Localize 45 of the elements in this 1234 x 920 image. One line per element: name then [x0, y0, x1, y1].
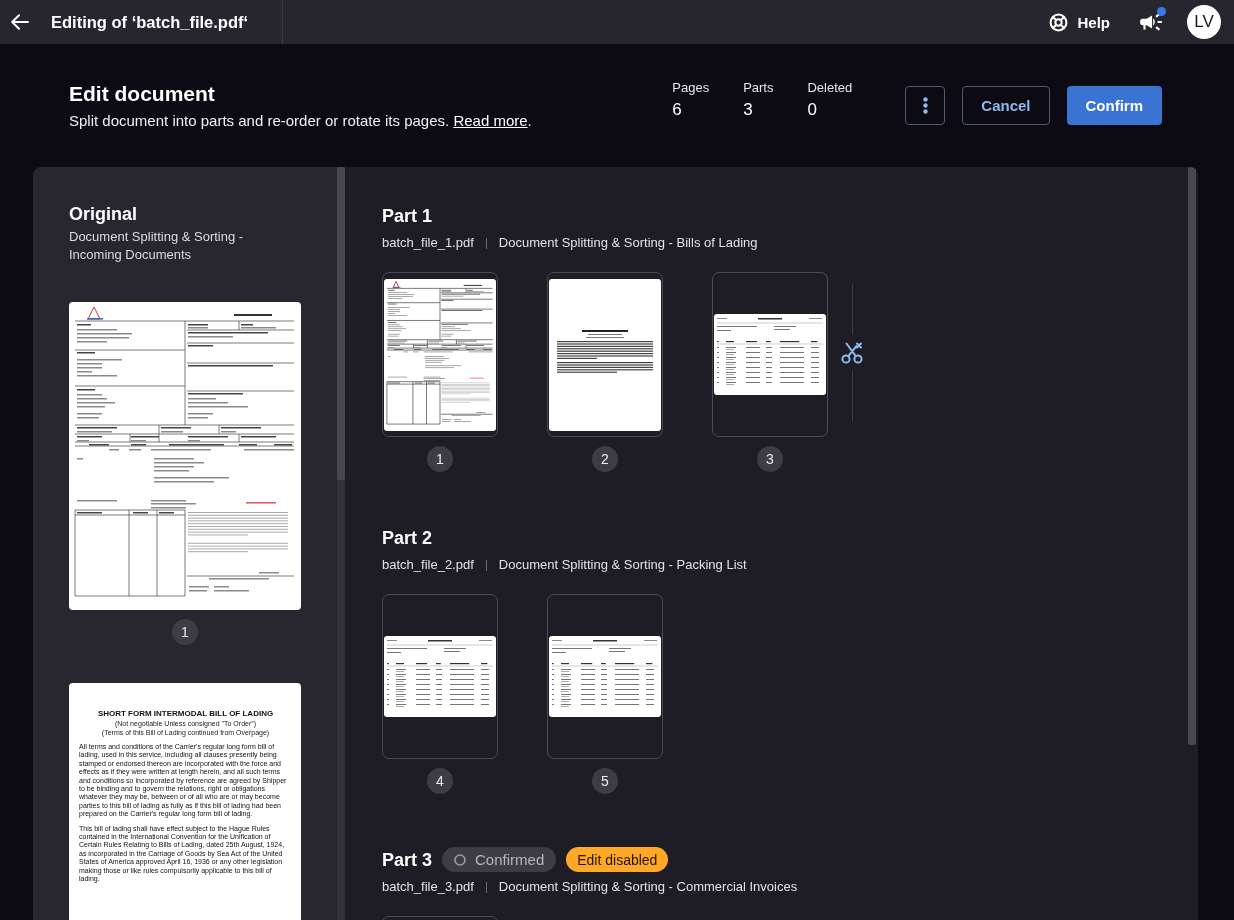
category-name: Document Splitting & Sorting - Commercial Invoices — [498, 878, 798, 896]
user-avatar[interactable]: LV — [1187, 5, 1221, 39]
page-thumbnail[interactable] — [547, 594, 663, 759]
read-more-link[interactable]: Read more — [453, 111, 528, 129]
window-title: Editing of ‘batch_file.pdf‘ — [51, 12, 249, 32]
part-title: Part 1 — [382, 204, 433, 228]
scissors-icon[interactable] — [841, 341, 863, 364]
file-name: batch_file_2.pdf — [382, 556, 474, 574]
stat-value: 3 — [743, 99, 754, 121]
stat-label: Parts — [743, 80, 774, 96]
more-icon — [922, 97, 928, 114]
page-number: 2 — [592, 446, 618, 472]
back-arrow-icon — [11, 14, 29, 30]
scrollbar-thumb[interactable] — [337, 167, 345, 480]
page-number: 1 — [427, 446, 453, 472]
page-title: Edit document — [69, 80, 216, 107]
page-thumbnail[interactable] — [712, 272, 828, 437]
warning-chip: Edit disabled — [566, 847, 669, 872]
stat-label: Deleted — [807, 80, 853, 96]
category-name: Document Splitting & Sorting - Packing List — [498, 556, 747, 574]
cancel-button[interactable]: Cancel — [962, 86, 1050, 125]
page-number: 4 — [427, 768, 453, 794]
page-number: 3 — [757, 446, 783, 472]
circle-icon — [454, 853, 467, 866]
part-title: Part 2 — [382, 526, 433, 550]
page-number: 5 — [592, 768, 618, 794]
status-text: Confirmed — [475, 851, 545, 868]
part-title: Part 3 — [382, 848, 433, 872]
scrollbar-thumb[interactable] — [1188, 167, 1196, 745]
stat-label: Pages — [672, 80, 710, 96]
panel-title: Original — [69, 203, 138, 225]
stat-value: 0 — [807, 99, 818, 121]
page-thumbnail[interactable] — [382, 594, 498, 759]
confirm-button[interactable]: Confirm — [1066, 86, 1162, 125]
category-name: Document Splitting & Sorting - Bills of Lading — [498, 234, 758, 252]
stat-value: 6 — [672, 99, 683, 121]
file-name: batch_file_3.pdf — [382, 878, 474, 896]
page-heading: SHORT FORM INTERMODAL BILL OF LADING — [96, 709, 275, 719]
lifebuoy-icon — [1049, 12, 1069, 32]
more-button[interactable] — [905, 86, 946, 125]
page-description: Split document into parts and re-order or rotate its pages. Read more. — [69, 110, 533, 131]
page-number: 1 — [172, 619, 198, 645]
help-button[interactable]: Help — [1045, 8, 1114, 36]
file-name: batch_file_1.pdf — [382, 234, 474, 252]
panel-subtitle: Document Splitting & Sorting - Incoming Documents — [69, 228, 245, 264]
